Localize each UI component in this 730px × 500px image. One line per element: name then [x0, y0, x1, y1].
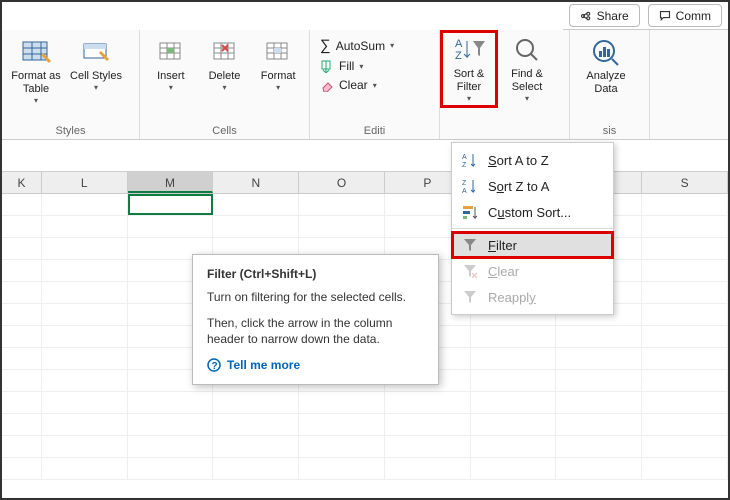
delete-icon — [210, 37, 240, 67]
sort-z-to-a-item[interactable]: ZA Sort Z to A — [452, 173, 613, 199]
tooltip-title: Filter (Ctrl+Shift+L) — [207, 267, 424, 281]
clear-button[interactable]: Clear ▾ — [318, 77, 431, 93]
comments-label: Comm — [676, 9, 711, 23]
format-as-table-button[interactable]: Format as Table▾ — [8, 34, 64, 108]
autosum-button[interactable]: ∑ AutoSum ▾ — [318, 36, 431, 55]
fill-icon — [320, 59, 334, 73]
share-label: Share — [597, 9, 629, 23]
active-cell[interactable] — [128, 194, 214, 215]
col-header-K[interactable]: K — [2, 172, 42, 193]
svg-text:A: A — [455, 38, 463, 50]
svg-text:Z: Z — [462, 180, 467, 187]
tell-me-more-link[interactable]: ? Tell me more — [207, 358, 424, 372]
format-table-icon — [20, 36, 52, 68]
analyze-icon — [590, 37, 622, 67]
formula-bar[interactable] — [2, 140, 728, 172]
reapply-icon — [462, 289, 478, 305]
svg-text:Z: Z — [455, 50, 462, 62]
sort-a-to-z-item[interactable]: AZ SSort A to Zort A to Z — [452, 147, 613, 173]
share-icon — [580, 10, 592, 22]
insert-icon — [156, 37, 186, 67]
cell-styles-button[interactable]: Cell Styles▾ — [68, 34, 124, 95]
clear-filter-item: Clear — [452, 258, 613, 284]
col-header-L[interactable]: L — [42, 172, 128, 193]
sigma-icon: ∑ — [320, 37, 331, 54]
analysis-group-label: sis — [576, 124, 643, 138]
col-header-M[interactable]: M — [128, 172, 214, 193]
filter-icon — [462, 237, 478, 253]
fill-button[interactable]: Fill ▾ — [318, 58, 431, 74]
sort-za-icon: ZA — [462, 178, 478, 194]
tooltip-p2: Then, click the arrow in the column head… — [207, 315, 424, 347]
custom-sort-item[interactable]: Custom Sort... — [452, 199, 613, 225]
sort-filter-dropdown: AZ SSort A to Zort A to Z ZA Sort Z to A… — [451, 142, 614, 315]
help-icon: ? — [207, 358, 221, 372]
eraser-icon — [320, 78, 334, 92]
sort-az-icon: AZ — [462, 152, 478, 168]
sort-filter-button[interactable]: AZ Sort & Filter▾ — [442, 32, 496, 106]
ribbon: Format as Table▾ Cell Styles▾ Styles Ins… — [2, 30, 728, 140]
share-button[interactable]: Share — [569, 4, 640, 27]
analyze-data-button[interactable]: Analyze Data — [576, 34, 636, 98]
custom-sort-icon — [462, 204, 478, 220]
find-select-button[interactable]: Find & Select▾ — [500, 32, 554, 106]
col-header-N[interactable]: N — [213, 172, 299, 193]
svg-text:Z: Z — [462, 162, 467, 168]
comment-icon — [659, 10, 671, 22]
sort-filter-icon: AZ — [453, 35, 485, 65]
svg-text:A: A — [462, 188, 467, 194]
tooltip-p1: Turn on filtering for the selected cells… — [207, 289, 424, 305]
styles-group-label: Styles — [8, 124, 133, 138]
svg-text:A: A — [462, 154, 467, 161]
comments-button[interactable]: Comm — [648, 4, 722, 27]
clear-filter-icon — [462, 263, 478, 279]
col-header-S[interactable]: S — [642, 172, 728, 193]
delete-button[interactable]: Delete▾ — [200, 34, 250, 95]
filter-item[interactable]: Filter — [452, 232, 613, 258]
find-icon — [512, 35, 542, 65]
insert-button[interactable]: Insert▾ — [146, 34, 196, 95]
cells-group-label: Cells — [146, 124, 303, 138]
cell-styles-icon — [80, 36, 112, 68]
reapply-item: Reapply — [452, 284, 613, 310]
filter-tooltip: Filter (Ctrl+Shift+L) Turn on filtering … — [192, 254, 439, 385]
format-button[interactable]: Format▾ — [253, 34, 303, 95]
editing-group-label: Editi — [316, 124, 433, 138]
svg-text:?: ? — [212, 361, 218, 372]
col-header-O[interactable]: O — [299, 172, 385, 193]
format-icon — [263, 37, 293, 67]
